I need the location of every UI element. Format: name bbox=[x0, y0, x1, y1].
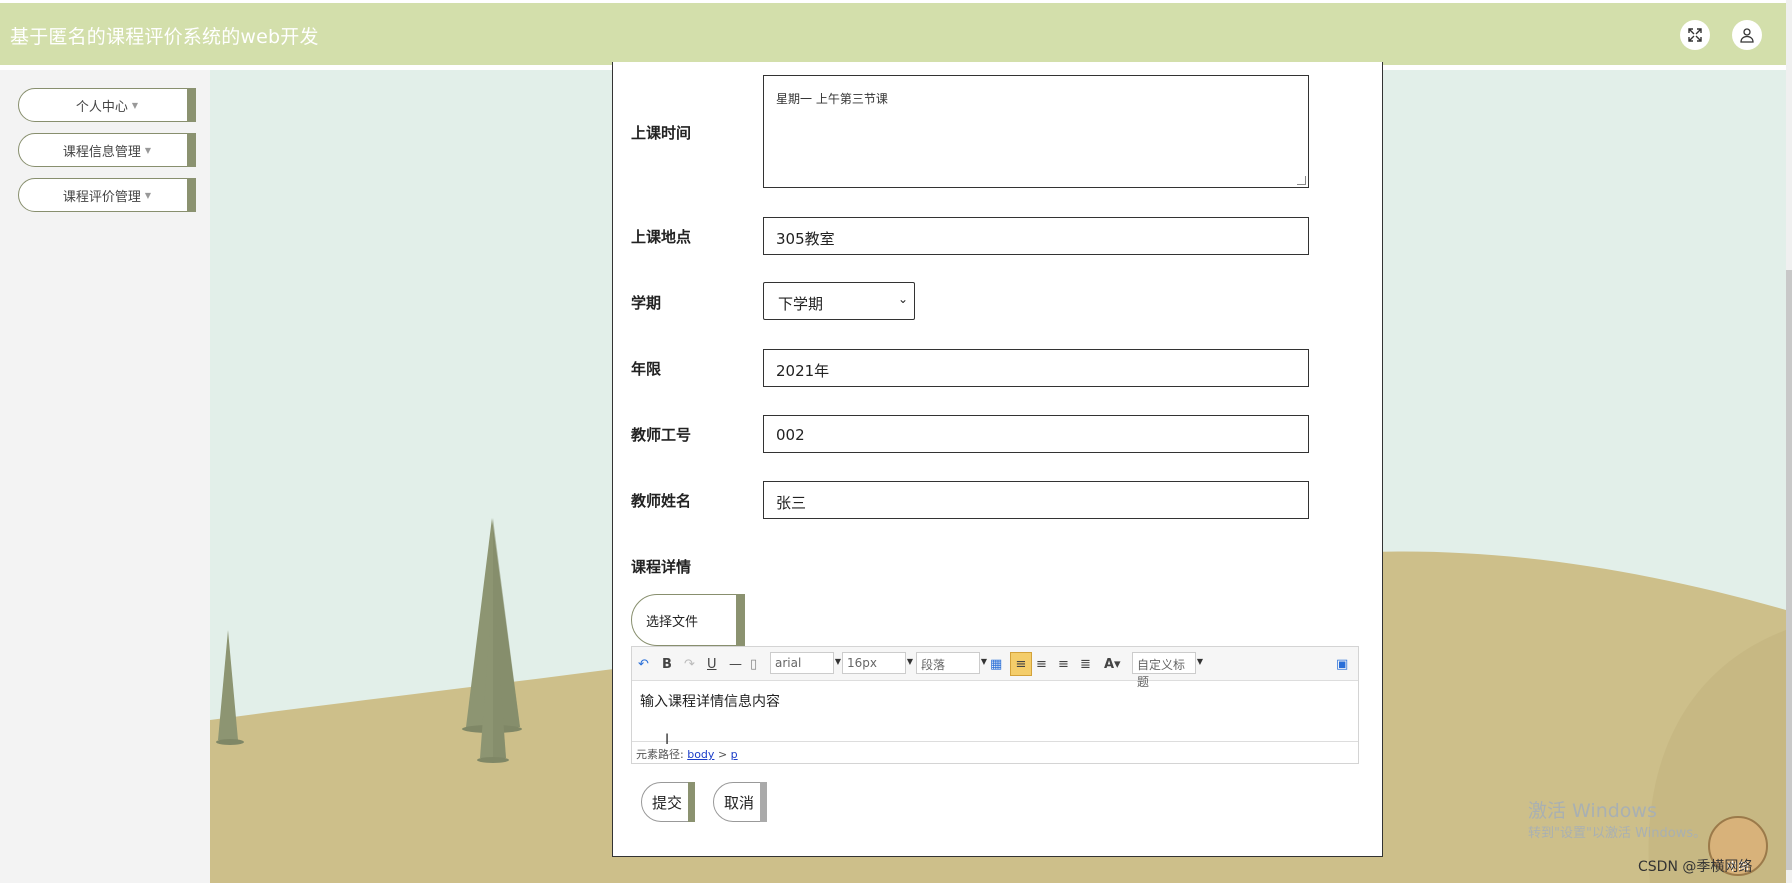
element-path-bar: 元素路径: body > p bbox=[632, 741, 1358, 763]
page-scrollbar[interactable] bbox=[1786, 0, 1792, 883]
page-icon[interactable]: ▯ bbox=[750, 655, 757, 673]
semester-label: 学期 bbox=[631, 294, 662, 312]
element-path-label: 元素路径: bbox=[636, 748, 684, 761]
align-left-icon[interactable]: ≡ bbox=[1010, 652, 1032, 676]
teacher-name-input[interactable]: 张三 bbox=[763, 481, 1309, 519]
class-time-label: 上课时间 bbox=[631, 124, 692, 142]
path-link-p[interactable]: p bbox=[731, 748, 738, 761]
year-input[interactable]: 2021年 bbox=[763, 349, 1309, 387]
teacher-name-label: 教师姓名 bbox=[631, 492, 692, 510]
scrollbar-thumb[interactable] bbox=[1786, 270, 1792, 870]
font-size-select[interactable]: 16px ▼ bbox=[842, 652, 913, 674]
editor-content[interactable]: 输入课程详情信息内容 bbox=[632, 681, 1358, 739]
sidebar-item-label: 个人中心 bbox=[75, 99, 128, 115]
resize-handle-icon[interactable] bbox=[1297, 176, 1306, 185]
user-icon[interactable] bbox=[1732, 20, 1762, 50]
dropdown-arrow-icon: ▼ bbox=[1196, 657, 1203, 666]
sidebar-item-label: 课程评价管理 bbox=[62, 189, 141, 205]
caret-down-icon: ▼ bbox=[131, 100, 139, 110]
year-label: 年限 bbox=[631, 360, 662, 378]
sidebar-item-personal-center[interactable]: 个人中心 ▼ bbox=[18, 88, 196, 122]
align-center-icon[interactable]: ≡ bbox=[1058, 655, 1069, 673]
activate-windows-title: 激活 Windows bbox=[1528, 800, 1657, 822]
path-separator: > bbox=[717, 748, 728, 761]
align-justify-icon[interactable]: ≣ bbox=[1080, 655, 1091, 673]
course-details-label: 课程详情 bbox=[631, 558, 692, 576]
redo-icon[interactable]: ↷ bbox=[684, 655, 695, 673]
location-input[interactable]: 305教室 bbox=[763, 217, 1309, 255]
horizontal-rule-icon[interactable]: — bbox=[729, 655, 742, 673]
teacher-id-label: 教师工号 bbox=[631, 426, 692, 444]
dropdown-arrow-icon: ▼ bbox=[980, 657, 987, 666]
underline-icon[interactable]: U bbox=[707, 655, 717, 673]
bold-icon[interactable]: B bbox=[662, 655, 672, 673]
sidebar-item-label: 课程信息管理 bbox=[62, 144, 141, 160]
expand-icon[interactable] bbox=[1680, 20, 1710, 50]
undo-icon[interactable]: ↶ bbox=[638, 655, 649, 673]
csdn-watermark: CSDN @季横网络 bbox=[1638, 859, 1753, 875]
caret-down-icon: ▼ bbox=[144, 190, 152, 200]
text-cursor-icon: I bbox=[665, 732, 670, 748]
cancel-button[interactable]: 取消 bbox=[713, 782, 767, 822]
semester-value: 下学期 bbox=[778, 295, 824, 313]
custom-heading-select[interactable]: 自定义标题 ▼ bbox=[1132, 652, 1203, 689]
sidebar: 个人中心 ▼ 课程信息管理 ▼ 课程评价管理 ▼ bbox=[0, 70, 211, 883]
location-label: 上课地点 bbox=[631, 228, 692, 246]
caret-down-icon: ▼ bbox=[144, 145, 152, 155]
editor-toolbar: ↶ B ↷ U — ▯ arial ▼ 16px ▼ 段落 ▼ ▦ ≡ ≡ ≡ … bbox=[632, 647, 1358, 689]
activate-windows-subtitle: 转到"设置"以激活 Windows。 bbox=[1528, 826, 1707, 841]
class-time-textarea[interactable]: 星期一 上午第三节课 bbox=[763, 75, 1309, 188]
fullscreen-editor-icon[interactable]: ▣ bbox=[1336, 655, 1348, 673]
table-icon[interactable]: ▦ bbox=[990, 655, 1002, 673]
course-edit-form: 上课时间 星期一 上午第三节课 上课地点 305教室 学期 下学期 ⌄ 年限 2… bbox=[612, 62, 1383, 857]
font-color-icon[interactable]: A▾ bbox=[1104, 655, 1121, 673]
font-size-value: 16px bbox=[847, 656, 877, 670]
font-family-value: arial bbox=[775, 656, 802, 670]
chevron-down-icon: ⌄ bbox=[897, 292, 908, 306]
dropdown-arrow-icon: ▼ bbox=[906, 657, 913, 666]
path-link-body[interactable]: body bbox=[687, 748, 714, 761]
submit-button[interactable]: 提交 bbox=[641, 782, 695, 822]
sidebar-item-course-review[interactable]: 课程评价管理 ▼ bbox=[18, 178, 196, 212]
choose-file-button[interactable]: 选择文件 bbox=[631, 594, 745, 646]
paragraph-select[interactable]: 段落 ▼ bbox=[916, 652, 987, 674]
top-bar: 基于匿名的课程评价系统的web开发 bbox=[0, 3, 1786, 65]
paragraph-value: 段落 bbox=[921, 658, 946, 672]
teacher-id-input[interactable]: 002 bbox=[763, 415, 1309, 453]
dropdown-arrow-icon: ▼ bbox=[834, 657, 841, 666]
app-title: 基于匿名的课程评价系统的web开发 bbox=[10, 26, 319, 48]
rich-text-editor: ↶ B ↷ U — ▯ arial ▼ 16px ▼ 段落 ▼ ▦ ≡ ≡ ≡ … bbox=[631, 646, 1359, 764]
align-right-icon[interactable]: ≡ bbox=[1036, 655, 1047, 673]
class-time-value: 星期一 上午第三节课 bbox=[776, 92, 888, 106]
semester-select[interactable]: 下学期 ⌄ bbox=[763, 282, 915, 320]
sidebar-item-course-info[interactable]: 课程信息管理 ▼ bbox=[18, 133, 196, 167]
font-family-select[interactable]: arial ▼ bbox=[770, 652, 841, 674]
